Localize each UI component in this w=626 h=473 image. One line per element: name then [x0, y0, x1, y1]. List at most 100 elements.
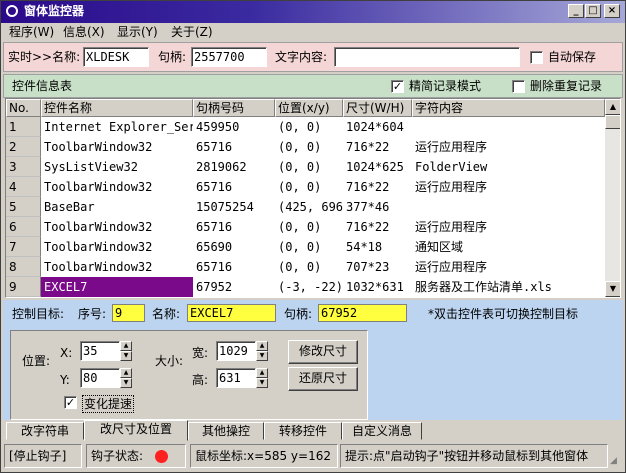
cell-name: ToolbarWindow32: [44, 140, 153, 154]
hook-state-label: 钩子状态:: [91, 449, 144, 463]
tab-other-control[interactable]: 其他操控: [188, 422, 264, 440]
table-row[interactable]: 1 Internet Explorer_Ser 459950 (0, 0) 1024*6…: [6, 117, 605, 137]
width-spinner[interactable]: ▲ ▼: [256, 341, 268, 361]
col-header-name[interactable]: 控件名称: [41, 99, 193, 117]
minimize-button[interactable]: _: [568, 4, 584, 18]
cell-position: (0, 0): [278, 240, 322, 254]
accel-checkbox[interactable]: ✓: [64, 396, 77, 409]
x-spinner[interactable]: ▲ ▼: [120, 341, 132, 361]
autosave-checkbox[interactable]: [530, 51, 543, 64]
mouse-coords: 鼠标坐标:x=585 y=162: [190, 444, 338, 468]
tab-edit-string[interactable]: 改字符串: [6, 422, 84, 440]
cell-position: (425, 696): [278, 200, 343, 214]
cell-position: (0, 0): [278, 220, 322, 234]
table-row[interactable]: 5BaseBar 15075254 (425, 696)377*46: [6, 197, 605, 217]
cell-text: 通知区域: [415, 240, 464, 254]
target-name-label: 名称:: [152, 307, 181, 321]
realtime-handle-field[interactable]: 2557700: [191, 47, 267, 67]
simple-mode-label: 精简记录模式: [409, 79, 482, 93]
cell-handle: 65690: [196, 240, 233, 254]
table-row[interactable]: 2 ToolbarWindow32 65716 (0, 0) 716*22 运行应用程序: [6, 137, 605, 157]
width-up-button[interactable]: ▲: [256, 341, 268, 351]
tab-size-position[interactable]: 改尺寸及位置: [84, 420, 188, 441]
table-row[interactable]: 3 SysListView32 2819062 (0, 0) 1024*625 Folde…: [6, 157, 605, 177]
hook-state-panel: 钩子状态:: [86, 444, 186, 468]
tab-transfer-control[interactable]: 转移控件: [264, 422, 342, 440]
resize-grip-icon[interactable]: ◢: [610, 455, 622, 467]
height-input[interactable]: 631: [216, 368, 256, 388]
y-up-button[interactable]: ▲: [120, 368, 132, 378]
y-input[interactable]: 80: [80, 368, 120, 388]
height-spinner[interactable]: ▲ ▼: [256, 368, 268, 388]
table-row[interactable]: 7 ToolbarWindow32 65690 (0, 0) 54*18 通知区域: [6, 237, 605, 257]
menu-display[interactable]: 显示(Y): [114, 24, 161, 40]
col-header-no[interactable]: No.: [6, 99, 41, 117]
simple-mode-checkbox[interactable]: ✓: [391, 80, 404, 93]
cell-no: 8: [6, 257, 41, 277]
height-down-button[interactable]: ▼: [256, 378, 268, 388]
target-index-field[interactable]: 9: [112, 304, 145, 322]
table-row[interactable]: 8 ToolbarWindow32 65716 (0, 0) 707*23 运行应用程序: [6, 257, 605, 277]
dedupe-label: 删除重复记录: [530, 79, 603, 93]
cell-no: 1: [6, 117, 41, 137]
target-hint: *双击控件表可切换控制目标: [428, 307, 579, 321]
col-header-position[interactable]: 位置(x/y): [275, 99, 343, 117]
cell-position: (-3, -22): [278, 280, 343, 294]
close-button[interactable]: ×: [604, 4, 620, 18]
title-bar[interactable]: [1, 1, 625, 23]
cell-size: 1032*631: [346, 280, 404, 294]
table-row[interactable]: 9 EXCEL7 67952 (-3, -22) 1032*631 服务器及工作站清单.x…: [6, 277, 605, 297]
cell-name: ToolbarWindow32: [44, 180, 153, 194]
menu-info[interactable]: 信息(X): [60, 24, 108, 40]
tab-custom-message[interactable]: 自定义消息: [342, 422, 422, 440]
col-header-text[interactable]: 字符内容: [412, 99, 605, 117]
stop-hook-button[interactable]: [停止钩子]: [4, 444, 82, 468]
x-up-button[interactable]: ▲: [120, 341, 132, 351]
menu-program[interactable]: 程序(W): [6, 24, 57, 40]
restore-size-button[interactable]: 还原尺寸: [288, 367, 358, 391]
scroll-thumb[interactable]: [605, 115, 620, 129]
y-down-button[interactable]: ▼: [120, 378, 132, 388]
cell-size: 716*22: [346, 140, 390, 154]
cell-text: [412, 197, 605, 217]
cell-handle: 67952: [196, 280, 233, 294]
table-row[interactable]: 6 ToolbarWindow32 65716 (0, 0) 716*22 运行应用程序: [6, 217, 605, 237]
modify-size-button[interactable]: 修改尺寸: [288, 340, 358, 364]
target-handle-label: 句柄:: [284, 307, 313, 321]
cell-position: (0, 0): [278, 180, 322, 194]
cell-handle: 65716: [196, 260, 233, 274]
cell-text: FolderView: [415, 160, 488, 174]
width-down-button[interactable]: ▼: [256, 351, 268, 361]
y-spinner[interactable]: ▲ ▼: [120, 368, 132, 388]
menu-about[interactable]: 关于(Z): [168, 24, 216, 40]
height-up-button[interactable]: ▲: [256, 368, 268, 378]
cell-text: 运行应用程序: [415, 260, 488, 274]
realtime-text-field[interactable]: [334, 47, 520, 67]
col-header-handle[interactable]: 句柄号码: [193, 99, 275, 117]
target-index-label: 序号:: [78, 307, 107, 321]
target-name-field[interactable]: EXCEL7: [187, 304, 276, 322]
realtime-text-label: 文字内容:: [275, 50, 328, 64]
y-label: Y:: [60, 373, 70, 387]
x-input[interactable]: 35: [80, 341, 120, 361]
cell-name: ToolbarWindow32: [44, 260, 153, 274]
position-label: 位置:: [22, 354, 51, 368]
dedupe-checkbox[interactable]: [512, 80, 525, 93]
scroll-down-button[interactable]: ▼: [605, 281, 620, 297]
scroll-up-button[interactable]: ▲: [605, 99, 620, 115]
cell-name: ToolbarWindow32: [44, 240, 153, 254]
col-header-size[interactable]: 尺寸(W/H): [343, 99, 412, 117]
table-scrollbar[interactable]: ▲ ▼: [605, 99, 620, 297]
status-tip: 提示:点"启动钩子"按钮并移动鼠标到其他窗体: [340, 444, 608, 468]
realtime-name-field[interactable]: XLDESK: [83, 47, 149, 67]
cell-text: 服务器及工作站清单.xls: [415, 280, 552, 294]
width-input[interactable]: 1029: [216, 341, 256, 361]
cell-position: (0, 0): [278, 120, 322, 134]
cell-size: 1024*625: [346, 160, 404, 174]
autosave-label: 自动保存: [548, 50, 597, 64]
x-down-button[interactable]: ▼: [120, 351, 132, 361]
cell-size: 716*22: [346, 180, 390, 194]
table-row[interactable]: 4 ToolbarWindow32 65716 (0, 0) 716*22 运行应用程序: [6, 177, 605, 197]
maximize-button[interactable]: □: [585, 4, 601, 18]
target-handle-field[interactable]: 67952: [318, 304, 407, 322]
